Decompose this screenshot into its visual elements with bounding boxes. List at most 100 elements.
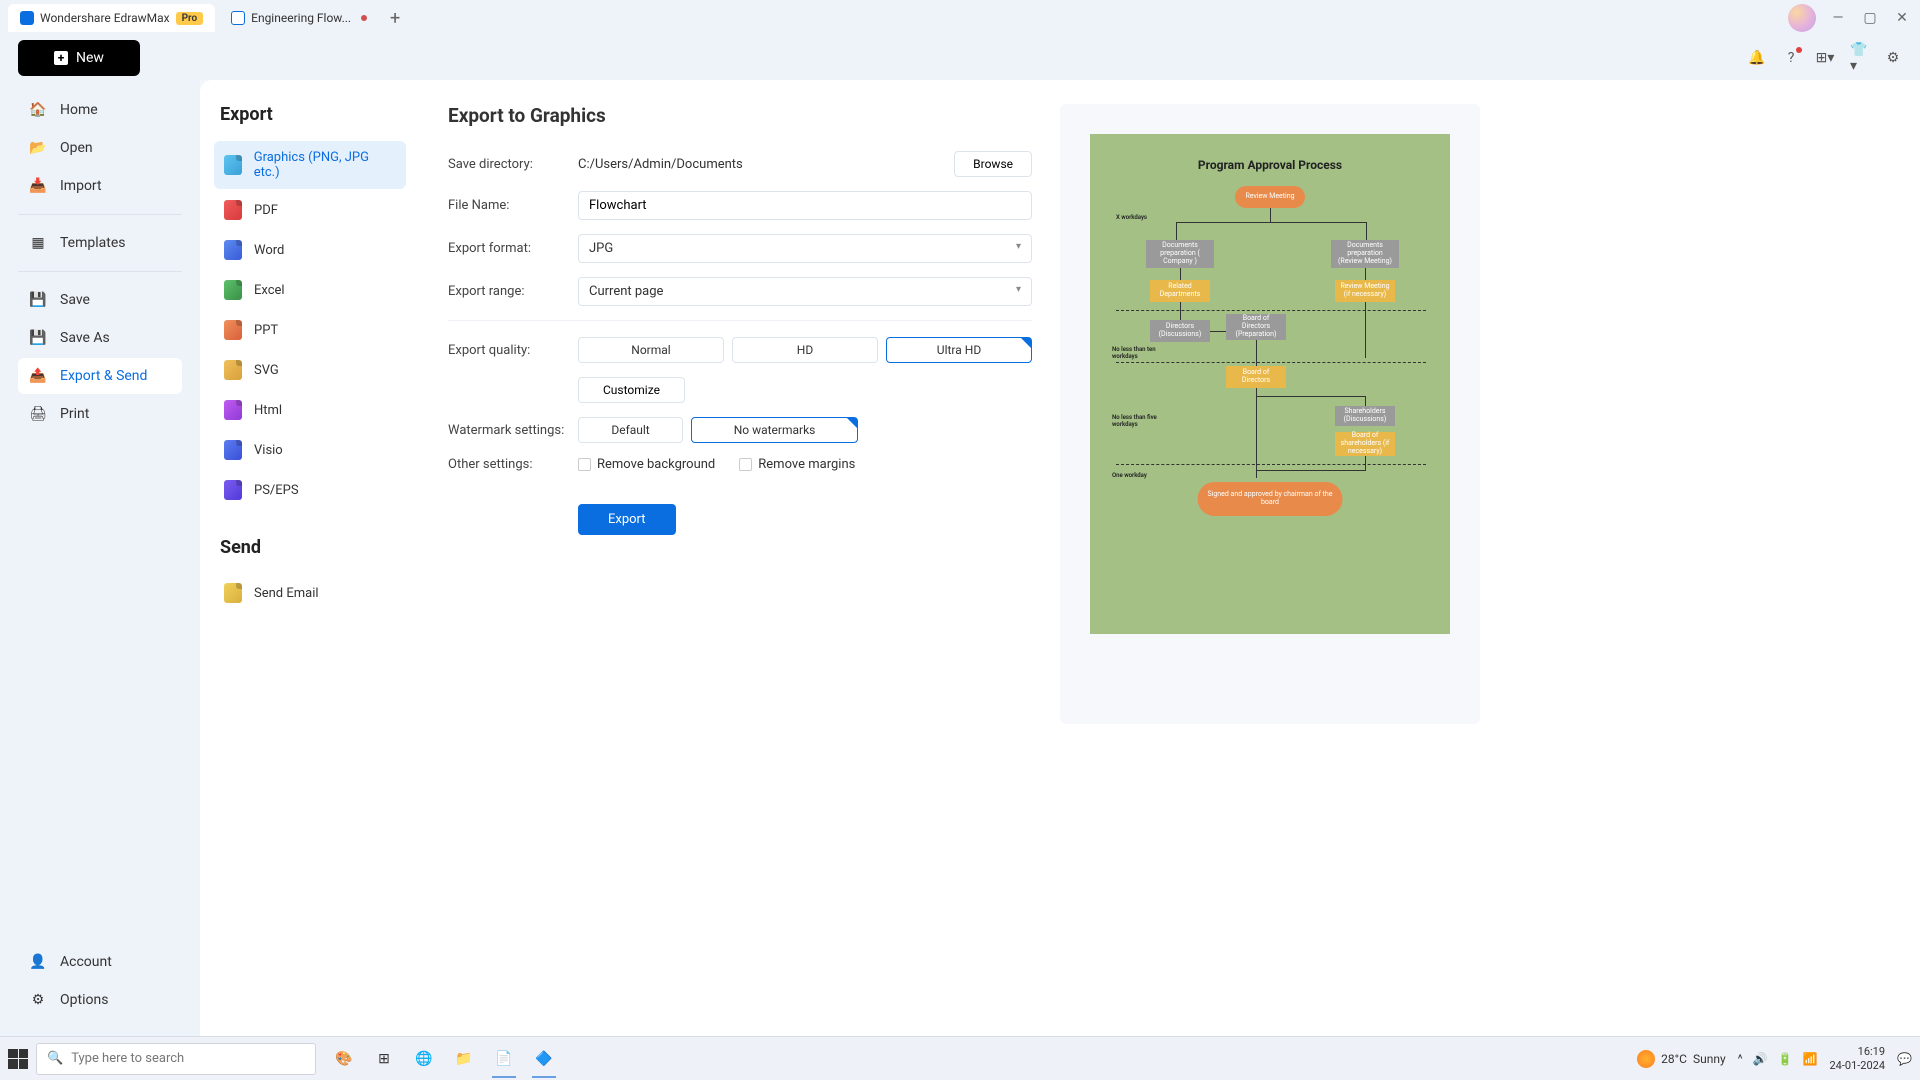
export-visio[interactable]: Visio <box>214 431 406 469</box>
html-icon <box>224 400 242 420</box>
pv-node-board-prep: Board of Directors (Preparation) <box>1226 314 1286 340</box>
format-select[interactable]: JPG <box>578 234 1032 263</box>
other-label: Other settings: <box>448 457 578 472</box>
shirt-icon[interactable]: 👕▾ <box>1850 49 1868 67</box>
select-value: Current page <box>589 284 663 299</box>
pv-label-ten: No less than ten workdays <box>1112 346 1162 360</box>
nav-options[interactable]: ⚙Options <box>18 982 182 1018</box>
nav-open[interactable]: 📂Open <box>18 130 182 166</box>
folder-open-icon: 📂 <box>30 140 46 156</box>
browse-button[interactable]: Browse <box>954 151 1032 177</box>
range-select[interactable]: Current page <box>578 277 1032 306</box>
nav-account[interactable]: 👤Account <box>18 944 182 980</box>
pv-connector <box>1176 222 1177 240</box>
minimize-button[interactable]: — <box>1828 8 1848 28</box>
nav-import[interactable]: 📥Import <box>18 168 182 204</box>
quality-hd-option[interactable]: HD <box>732 337 878 363</box>
taskbar-app-1[interactable]: 🎨 <box>328 1043 360 1075</box>
tray-wifi-icon[interactable]: 📶 <box>1803 1052 1818 1066</box>
export-svg[interactable]: SVG <box>214 351 406 389</box>
nav-templates[interactable]: ▦Templates <box>18 225 182 261</box>
pv-node-shareh-disc: Shareholders (Discussions) <box>1335 406 1395 426</box>
taskbar-taskview[interactable]: ⊞ <box>368 1043 400 1075</box>
pv-connector <box>1366 222 1367 240</box>
export-excel[interactable]: Excel <box>214 271 406 309</box>
preview-panel: Program Approval Process Review Meeting … <box>1060 104 1480 724</box>
temp: 28°C <box>1661 1052 1687 1066</box>
unsaved-dot-icon <box>361 15 367 21</box>
tray-battery-icon[interactable]: 🔋 <box>1778 1052 1793 1066</box>
export-button[interactable]: Export <box>578 504 676 535</box>
preview-title: Program Approval Process <box>1106 158 1434 172</box>
nav-print[interactable]: 🖨Print <box>18 396 182 432</box>
export-item-label: SVG <box>254 363 279 378</box>
export-graphics[interactable]: Graphics (PNG, JPG etc.) <box>214 141 406 189</box>
export-html[interactable]: Html <box>214 391 406 429</box>
preview-canvas: Review Meeting X workdays Documents prep… <box>1106 186 1434 616</box>
export-word[interactable]: Word <box>214 231 406 269</box>
export-ps[interactable]: PS/EPS <box>214 471 406 509</box>
tray-chevron-icon[interactable]: ^ <box>1738 1052 1743 1066</box>
doc-icon <box>231 11 245 25</box>
checkbox-icon <box>578 458 591 471</box>
export-item-label: Html <box>254 403 282 418</box>
close-button[interactable]: ✕ <box>1892 8 1912 28</box>
pv-connector <box>1256 396 1366 397</box>
search-icon: 🔍 <box>47 1051 63 1066</box>
quality-ultrahd-option[interactable]: Ultra HD <box>886 337 1032 363</box>
new-button[interactable]: + New <box>18 40 140 76</box>
avatar[interactable] <box>1788 4 1816 32</box>
nav-label: Templates <box>60 235 126 251</box>
pv-connector <box>1256 340 1257 366</box>
pdf-icon <box>224 200 242 220</box>
tab-home[interactable]: Wondershare EdrawMax Pro <box>8 4 215 32</box>
taskbar-clock[interactable]: 16:19 24-01-2024 <box>1830 1045 1886 1071</box>
taskbar-search[interactable]: 🔍 Type here to search <box>36 1043 316 1075</box>
start-button[interactable] <box>8 1049 28 1069</box>
excel-icon <box>224 280 242 300</box>
tray-notifications-icon[interactable]: 💬 <box>1897 1052 1912 1066</box>
filename-label: File Name: <box>448 198 578 213</box>
weather-widget[interactable]: 28°C Sunny <box>1637 1050 1725 1068</box>
pv-node-review2: Review Meeting (if necessary) <box>1335 280 1395 302</box>
nav-export-send[interactable]: 📤Export & Send <box>18 358 182 394</box>
export-pdf[interactable]: PDF <box>214 191 406 229</box>
help-icon[interactable]: ? <box>1782 49 1800 67</box>
nav-home[interactable]: 🏠Home <box>18 92 182 128</box>
date: 24-01-2024 <box>1830 1059 1886 1072</box>
nav-save[interactable]: 💾Save <box>18 282 182 318</box>
nav-save-as[interactable]: 💾Save As <box>18 320 182 356</box>
export-section-title: Export <box>214 104 406 125</box>
pv-connector <box>1176 222 1366 223</box>
maximize-button[interactable]: ▢ <box>1860 8 1880 28</box>
tab-document[interactable]: Engineering Flow... <box>219 4 379 32</box>
pv-node-doc-review: Documents preparation (Review Meeting) <box>1331 240 1399 268</box>
apps-icon[interactable]: ⊞▾ <box>1816 49 1834 67</box>
customize-button[interactable]: Customize <box>578 377 685 403</box>
save-dir-label: Save directory: <box>448 157 578 172</box>
taskbar-edrawmax[interactable]: 🔷 <box>528 1043 560 1075</box>
left-nav: 🏠Home 📂Open 📥Import ▦Templates 💾Save 💾Sa… <box>0 80 200 1036</box>
taskbar-word[interactable]: 📄 <box>488 1043 520 1075</box>
form-column: Export to Graphics Save directory: C:/Us… <box>420 80 1060 1036</box>
pv-dash <box>1116 464 1426 465</box>
remove-margins-checkbox[interactable]: Remove margins <box>739 457 855 472</box>
add-tab-button[interactable]: + <box>383 6 407 30</box>
taskbar-explorer[interactable]: 📁 <box>448 1043 480 1075</box>
range-label: Export range: <box>448 284 578 299</box>
quality-normal-option[interactable]: Normal <box>578 337 724 363</box>
watermark-default-option[interactable]: Default <box>578 417 683 443</box>
tray-volume-icon[interactable]: 🔊 <box>1753 1052 1768 1066</box>
watermark-none-option[interactable]: No watermarks <box>691 417 858 443</box>
bell-icon[interactable]: 🔔 <box>1748 49 1766 67</box>
taskbar-edge[interactable]: 🌐 <box>408 1043 440 1075</box>
gear-icon[interactable]: ⚙ <box>1884 49 1902 67</box>
pv-connector <box>1180 268 1181 280</box>
format-label: Export format: <box>448 241 578 256</box>
ppt-icon <box>224 320 242 340</box>
export-ppt[interactable]: PPT <box>214 311 406 349</box>
remove-bg-checkbox[interactable]: Remove background <box>578 457 715 472</box>
send-email[interactable]: Send Email <box>214 574 406 612</box>
watermark-label: Watermark settings: <box>448 423 578 438</box>
filename-input[interactable] <box>578 191 1032 220</box>
